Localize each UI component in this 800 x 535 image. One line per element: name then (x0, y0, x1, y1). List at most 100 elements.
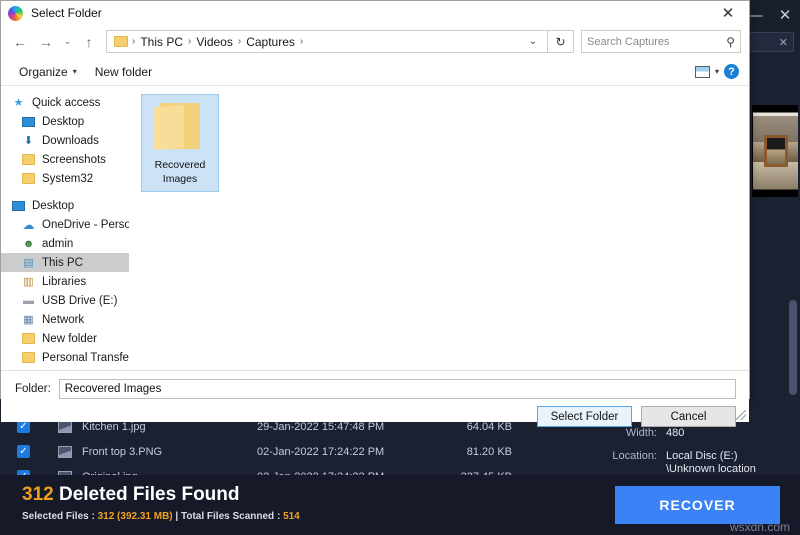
row-file-name: Front top 3.PNG (82, 445, 163, 458)
cloud-icon: ☁ (22, 217, 35, 232)
search-clear-icon[interactable]: ✕ (779, 36, 788, 49)
back-button[interactable]: ← (7, 29, 33, 55)
watermark: wsxdn.com (729, 520, 790, 534)
sidebar-item-usb-drive[interactable]: ▬ USB Drive (E:) (1, 291, 129, 310)
sidebar-item-label: New folder (42, 332, 97, 345)
folder-icon (21, 172, 36, 185)
sidebar-item-screenshots[interactable]: Screenshots (1, 150, 129, 169)
pc-icon: ▤ (23, 257, 34, 269)
folder-icon (21, 351, 36, 364)
new-folder-label: New folder (94, 64, 153, 79)
toolbar-right-group: ▾ ? (694, 64, 749, 79)
sidebar-item-desktop[interactable]: Desktop (1, 112, 129, 131)
breadcrumb[interactable]: › This PC › Videos › Captures › ⌄ (106, 30, 548, 53)
sidebar-item-label: Quick access (32, 96, 101, 109)
sidebar-item-quick-access[interactable]: ★ Quick access (1, 93, 129, 112)
network-icon: ▦ (23, 314, 34, 326)
folder-icon (21, 332, 36, 345)
sidebar-item-label: Screenshots (42, 153, 106, 166)
status-bar: 312 Deleted Files Found Selected Files :… (0, 475, 800, 535)
select-folder-button[interactable]: Select Folder (537, 406, 632, 427)
folder-content-area: Recovered Images (129, 86, 749, 370)
dialog-body: ★ Quick access Desktop ⬇ Downloads Scree… (1, 86, 749, 370)
sidebar-item-label: Desktop (42, 115, 85, 128)
sidebar-item-label: Network (42, 313, 85, 326)
search-input[interactable]: Search Captures ⚲ (581, 30, 741, 53)
sidebar-item-label: Libraries (42, 275, 87, 288)
organize-button[interactable]: Organize ▾ (10, 65, 86, 79)
sidebar-item-onedrive[interactable]: ☁ OneDrive - Persona (1, 215, 130, 234)
folder-icon (21, 153, 36, 166)
file-list-scrollbar[interactable] (789, 300, 797, 395)
dialog-footer: Folder: Select Folder Cancel (1, 370, 749, 427)
sidebar-item-this-pc[interactable]: ▤ This PC (1, 253, 129, 272)
folder-name-input[interactable] (58, 379, 736, 399)
breadcrumb-item-captures[interactable]: Captures (242, 35, 299, 49)
row-checkbox[interactable]: ✓ (17, 445, 30, 458)
organize-label: Organize (19, 64, 68, 79)
folder-item-recovered-images[interactable]: Recovered Images (141, 94, 219, 192)
folder-item-label: Recovered Images (154, 159, 206, 186)
sidebar-item-personal-transfer[interactable]: Personal Transfer (1, 348, 129, 367)
new-folder-button[interactable]: New folder (86, 65, 161, 79)
sidebar-item-new-folder[interactable]: New folder (1, 329, 129, 348)
breadcrumb-item-this-pc[interactable]: This PC (136, 35, 187, 49)
breadcrumb-separator: › (299, 36, 304, 47)
sidebar-item-label: admin (42, 237, 74, 250)
sidebar-item-network[interactable]: ▦ Network (1, 310, 129, 329)
total-scanned-label: | Total Files Scanned : (172, 511, 284, 522)
sidebar-item-system32[interactable]: System32 (1, 169, 129, 188)
star-icon: ★ (13, 97, 24, 109)
preview-picture-frame (764, 135, 788, 167)
dialog-close-button[interactable]: ✕ (707, 1, 749, 25)
sidebar-item-label: Personal Transfer (42, 351, 129, 364)
resize-grip[interactable] (736, 410, 746, 420)
sidebar-item-label: Desktop (32, 199, 75, 212)
sidebar-item-admin[interactable]: ☻ admin (1, 234, 129, 253)
chevron-down-icon[interactable]: ▾ (715, 67, 719, 76)
breadcrumb-item-videos[interactable]: Videos (192, 35, 236, 49)
refresh-icon[interactable]: ↻ (548, 30, 574, 53)
recent-locations-button[interactable]: ⌄ (59, 29, 76, 55)
app-close-button[interactable]: ✕ (770, 0, 800, 30)
view-layout-icon[interactable] (694, 65, 710, 78)
sidebar: ★ Quick access Desktop ⬇ Downloads Scree… (1, 86, 129, 370)
selected-files-label: Selected Files : (22, 511, 98, 522)
sidebar-divider (1, 188, 129, 196)
selected-files-size: (392.31 MB) (114, 511, 173, 522)
sidebar-item-desktop-root[interactable]: Desktop (1, 196, 129, 215)
search-placeholder: Search Captures (587, 35, 670, 48)
total-scanned-count: 514 (283, 511, 300, 522)
dialog-button-row: Select Folder Cancel (1, 399, 749, 427)
folder-field-label: Folder: (15, 383, 51, 395)
table-row[interactable]: ✓ Front top 3.PNG 02-Jan-2022 17:24:22 P… (0, 439, 760, 464)
folder-icon (114, 36, 128, 47)
sidebar-item-label: USB Drive (E:) (42, 294, 118, 307)
chevron-down-icon[interactable]: ⌄ (523, 36, 543, 47)
dialog-title: Select Folder (31, 6, 102, 20)
up-button[interactable]: ↑ (76, 29, 102, 55)
folder-field-row: Folder: (1, 371, 749, 399)
recover-button[interactable]: RECOVER (615, 486, 780, 524)
row-file-date: 02-Jan-2022 17:24:22 PM (257, 445, 385, 458)
row-file-size: 81.20 KB (466, 445, 512, 458)
monitor-icon (11, 199, 26, 212)
folder-icon (154, 103, 206, 151)
help-icon[interactable]: ? (724, 64, 739, 79)
app-logo-icon (8, 5, 23, 21)
dialog-toolbar: Organize ▾ New folder ▾ ? (1, 58, 749, 86)
cancel-button[interactable]: Cancel (641, 406, 736, 427)
sidebar-item-libraries[interactable]: ▥ Libraries (1, 272, 129, 291)
dialog-titlebar: Select Folder ✕ (1, 1, 749, 25)
dialog-navigation-bar: ← → ⌄ ↑ › This PC › Videos › Captures › … (1, 25, 749, 58)
selected-files-count: 312 (97, 511, 115, 522)
chevron-down-icon: ▾ (72, 67, 77, 76)
selection-summary: Selected Files : 312 (392.31 MB) | Total… (22, 511, 300, 522)
select-folder-dialog: Select Folder ✕ ← → ⌄ ↑ › This PC › Vide… (0, 0, 750, 427)
forward-button[interactable]: → (33, 29, 59, 55)
deleted-files-text: Deleted Files Found (53, 484, 240, 505)
sidebar-item-downloads[interactable]: ⬇ Downloads (1, 131, 129, 150)
sidebar-item-label: OneDrive - Persona (42, 218, 129, 231)
image-file-icon (58, 445, 72, 458)
download-icon: ⬇ (23, 135, 34, 147)
